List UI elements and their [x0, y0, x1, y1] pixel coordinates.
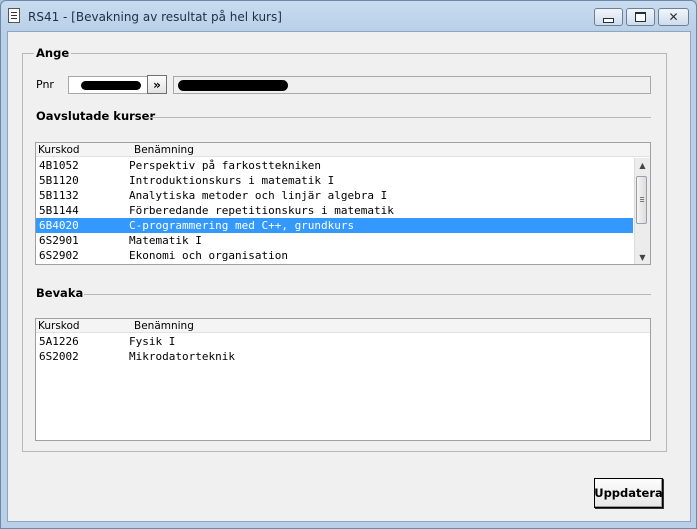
maximize-button[interactable]	[626, 8, 655, 26]
lookup-button[interactable]: »	[147, 75, 167, 94]
header-kurskod[interactable]: Kurskod	[38, 144, 80, 156]
table-row[interactable]: 5B1132 Analytiska metoder och linjär alg…	[36, 188, 633, 203]
oavslutade-list[interactable]: Kurskod Benämning 4B1052 Perspektiv på f…	[35, 142, 651, 265]
row-code: 4B1052	[39, 159, 79, 172]
bevaka-header: Kurskod Benämning	[36, 319, 650, 333]
redacted-pnr	[81, 81, 141, 90]
row-name: Matematik I	[129, 234, 202, 247]
table-row[interactable]: 5A1226 Fysik I	[36, 334, 650, 349]
name-display-field	[173, 76, 651, 94]
table-row[interactable]: 5B1144 Förberedande repetitionskurs i ma…	[36, 203, 633, 218]
table-row-selected[interactable]: 6B4020 C-programmering med C++, grundkur…	[36, 218, 633, 233]
header-benamning[interactable]: Benämning	[134, 320, 194, 332]
minimize-button[interactable]	[594, 8, 623, 26]
table-row[interactable]: 5B1120 Introduktionskurs i matematik I	[36, 173, 633, 188]
table-row[interactable]: 6S2902 Ekonomi och organisation	[36, 248, 633, 263]
header-kurskod[interactable]: Kurskod	[38, 320, 80, 332]
row-code: 6S2901	[39, 234, 79, 247]
table-row[interactable]: 6S2901 Matematik I	[36, 233, 633, 248]
pnr-label: Pnr	[36, 78, 54, 91]
scroll-thumb[interactable]	[636, 176, 647, 224]
row-name: Analytiska metoder och linjär algebra I	[129, 189, 388, 202]
update-button[interactable]: Uppdatera	[594, 478, 663, 508]
pnr-input[interactable]	[68, 76, 148, 94]
row-code: 5B1120	[39, 174, 79, 187]
bevaka-list[interactable]: Kurskod Benämning 5A1226 Fysik I 6S2002 …	[35, 318, 651, 441]
row-code: 5B1132	[39, 189, 79, 202]
bevaka-separator	[84, 294, 651, 295]
row-name: Mikrodatorteknik	[129, 350, 235, 363]
bevaka-label: Bevaka	[34, 286, 86, 300]
title-bar[interactable]: RS41 - [Bevakning av resultat på hel kur…	[1, 1, 696, 31]
oavslutade-separator	[148, 117, 651, 118]
row-code: 5B1144	[39, 204, 79, 217]
row-name: Fysik I	[129, 335, 176, 348]
header-benamning[interactable]: Benämning	[134, 144, 194, 156]
row-name: Ekonomi och organisation	[129, 249, 288, 262]
vertical-scrollbar[interactable]: ▲ ▼	[634, 158, 650, 264]
client-area: Ange Pnr » Oavslutade kurser Kurskod Ben…	[7, 31, 691, 522]
row-name: Perspektiv på farkosttekniken	[129, 159, 322, 172]
row-code: 6B4020	[39, 219, 79, 232]
close-icon: ✕	[668, 10, 679, 24]
row-code: 5A1226	[39, 335, 79, 348]
app-window: RS41 - [Bevakning av resultat på hel kur…	[0, 0, 697, 529]
table-row[interactable]: 4B1052 Perspektiv på farkosttekniken	[36, 158, 633, 173]
oavslutade-label: Oavslutade kurser	[34, 109, 158, 123]
row-code: 6S2902	[39, 249, 79, 262]
minimize-icon	[603, 17, 614, 23]
oavslutade-header: Kurskod Benämning	[36, 143, 650, 157]
redacted-name	[178, 80, 288, 91]
close-button[interactable]: ✕	[658, 8, 689, 26]
row-code: 6S2002	[39, 350, 79, 363]
row-name: Introduktionskurs i matematik I	[129, 174, 335, 187]
window-title: RS41 - [Bevakning av resultat på hel kur…	[28, 10, 282, 24]
scroll-down-icon[interactable]: ▼	[635, 250, 650, 264]
table-row[interactable]: 6S2002 Mikrodatorteknik	[36, 349, 650, 364]
scroll-up-icon[interactable]: ▲	[635, 158, 650, 172]
document-icon[interactable]	[8, 8, 20, 23]
row-name: Förberedande repetitionskurs i matematik	[129, 204, 394, 217]
ange-label: Ange	[34, 46, 72, 60]
maximize-icon	[635, 12, 646, 22]
row-name: C-programmering med C++, grundkurs	[129, 219, 355, 232]
